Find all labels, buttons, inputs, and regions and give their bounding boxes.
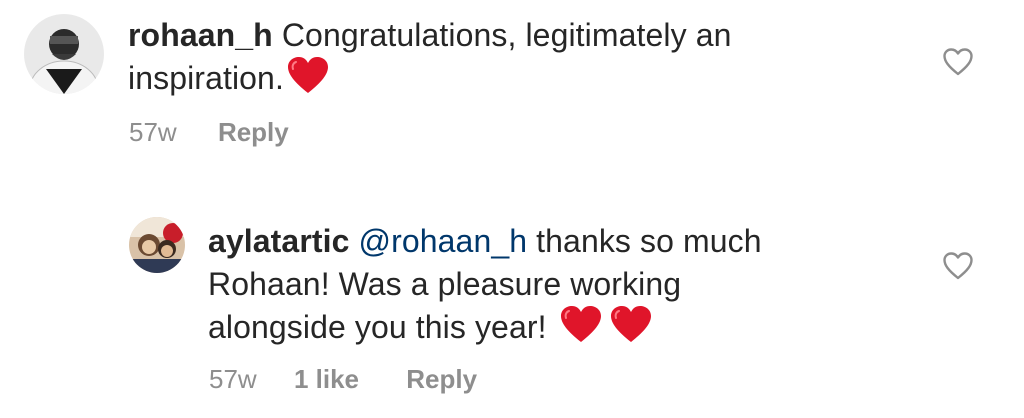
red-heart-emoji bbox=[287, 57, 328, 106]
username-rohaan[interactable]: rohaan_h bbox=[128, 17, 273, 53]
reply-button[interactable]: Reply bbox=[406, 364, 477, 394]
comment-rohaan: rohaan_h Congratulations, legitimately a… bbox=[0, 0, 1024, 190]
mention-link[interactable]: @rohaan_h bbox=[359, 223, 528, 259]
comment-text-line1: Congratulations, legitimately an bbox=[281, 17, 732, 53]
red-heart-emoji bbox=[610, 306, 651, 355]
likes-count-link[interactable]: 1 like bbox=[294, 364, 359, 394]
like-button[interactable] bbox=[943, 252, 973, 280]
comment-text: rohaan_h Congratulations, legitimately a… bbox=[128, 14, 848, 106]
avatar-image bbox=[129, 217, 185, 273]
comment-meta: 57w Reply bbox=[129, 117, 289, 147]
avatar-rohaan[interactable] bbox=[24, 14, 104, 94]
like-button[interactable] bbox=[943, 48, 973, 76]
reply-meta: 57w 1 like Reply bbox=[209, 364, 477, 394]
red-heart-emoji bbox=[560, 306, 601, 355]
timestamp: 57w bbox=[209, 364, 257, 394]
reply-text-line2: Rohaan! Was a pleasure working bbox=[208, 266, 682, 302]
reply-text: aylatartic @rohaan_h thanks so much Roha… bbox=[208, 220, 908, 355]
timestamp: 57w bbox=[129, 117, 177, 147]
comment-text-line2: inspiration. bbox=[128, 60, 284, 96]
username-aylatartic[interactable]: aylatartic bbox=[208, 223, 350, 259]
avatar-aylatartic[interactable] bbox=[129, 217, 185, 273]
comment-aylatartic: aylatartic @rohaan_h thanks so much Roha… bbox=[0, 200, 1024, 418]
reply-button[interactable]: Reply bbox=[218, 117, 289, 147]
reply-text-line1: thanks so much bbox=[536, 223, 762, 259]
heart-outline-icon bbox=[943, 252, 973, 280]
avatar-image bbox=[24, 14, 104, 94]
heart-outline-icon bbox=[943, 48, 973, 76]
reply-text-line3: alongside you this year! bbox=[208, 309, 547, 345]
